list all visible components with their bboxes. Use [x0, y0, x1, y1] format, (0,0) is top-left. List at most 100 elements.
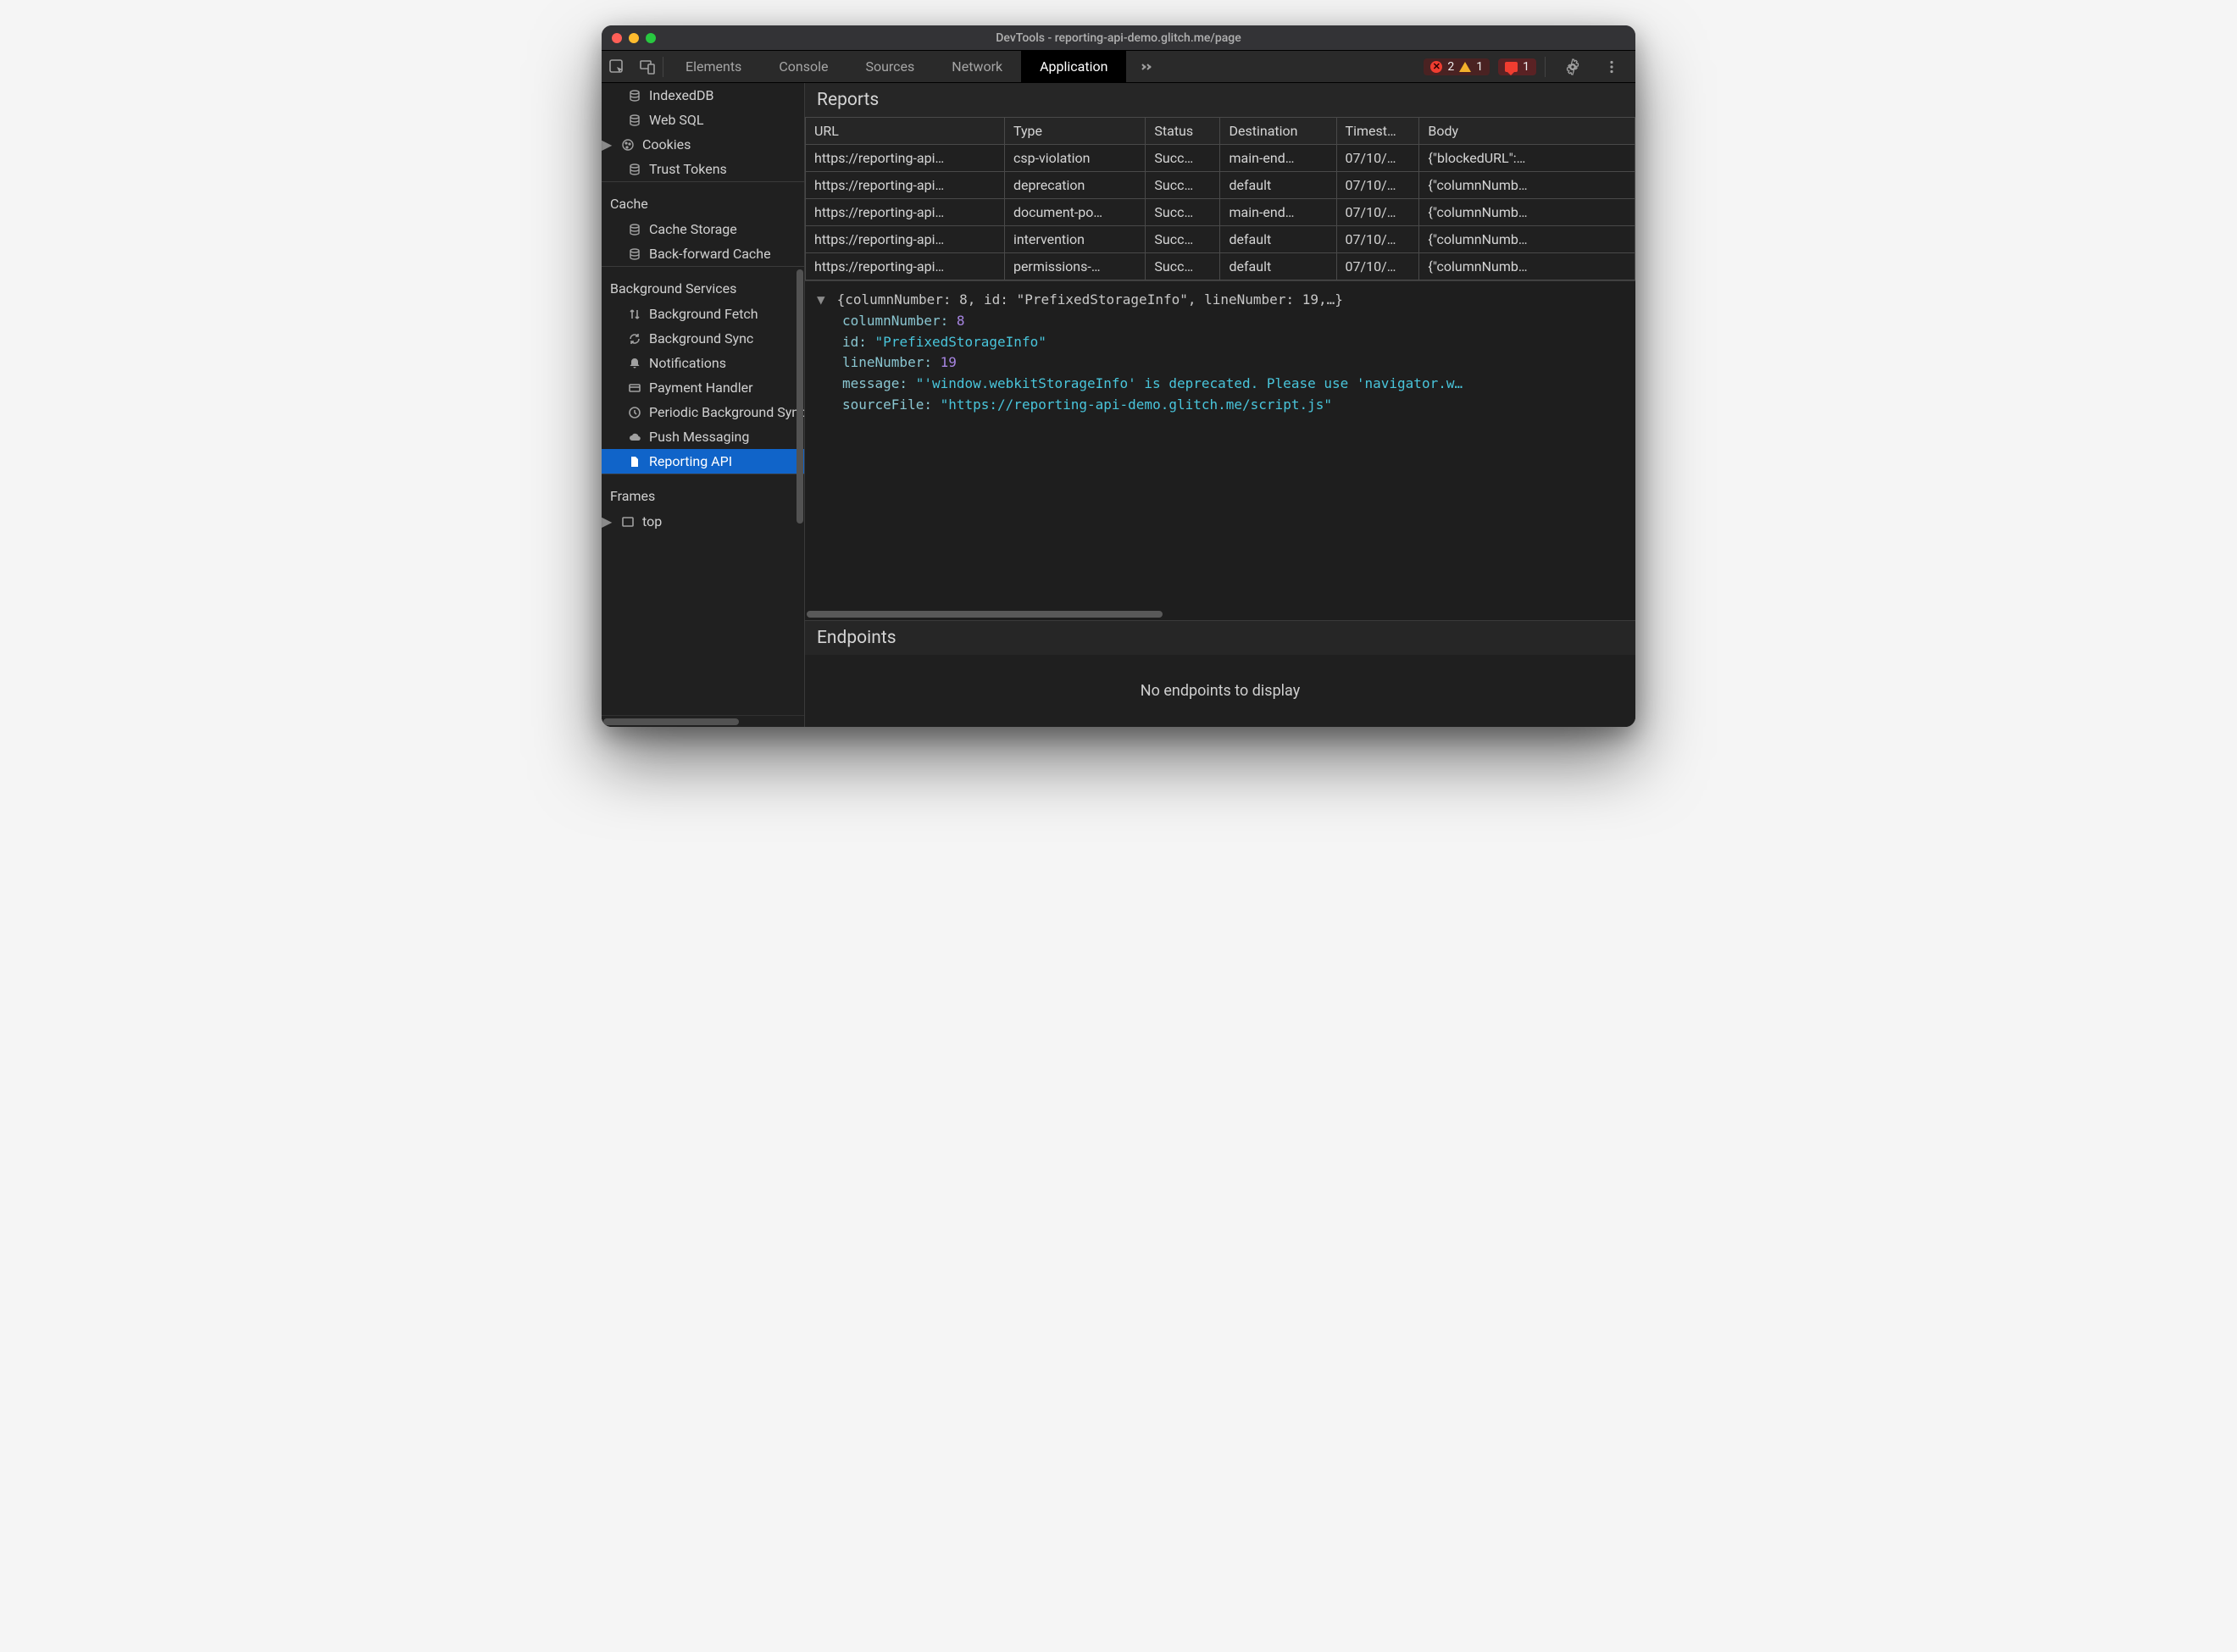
col-status[interactable]: Status: [1146, 118, 1220, 145]
col-timestamp[interactable]: Timest…: [1336, 118, 1419, 145]
error-count: 2: [1447, 60, 1454, 74]
sidebar-item-cookies[interactable]: ▶ Cookies: [602, 132, 804, 157]
db-icon: [627, 88, 642, 103]
scrollbar-thumb[interactable]: [807, 611, 1163, 618]
db-icon: [627, 162, 642, 177]
sidebar-item-periodic[interactable]: Periodic Background Sync: [602, 400, 804, 424]
detail-message: message: "'window.webkitStorageInfo' is …: [819, 374, 1622, 395]
sidebar-heading-cache: Cache: [602, 181, 804, 217]
error-icon: ✕: [1430, 61, 1442, 73]
db-icon: [627, 222, 642, 237]
tree-item-label: top: [642, 513, 662, 529]
cell-dest: default: [1220, 253, 1336, 280]
cell-dest: default: [1220, 172, 1336, 199]
device-toggle-button[interactable]: [632, 51, 663, 83]
caret-right-icon: ▶: [602, 136, 612, 152]
tree-item-label: Web SQL: [649, 112, 704, 128]
table-row[interactable]: https://reporting-api…csp-violationSucc……: [806, 145, 1635, 172]
sync-icon: [627, 331, 642, 346]
minimize-icon[interactable]: [629, 33, 639, 43]
close-icon[interactable]: [612, 33, 622, 43]
cell-status: Succ…: [1146, 199, 1220, 226]
tree-item-label: Push Messaging: [649, 429, 749, 445]
sidebar-item-trusttokens[interactable]: Trust Tokens: [602, 157, 804, 181]
sidebar-item-payment[interactable]: Payment Handler: [602, 375, 804, 400]
select-element-button[interactable]: [602, 51, 632, 83]
cell-url: https://reporting-api…: [806, 253, 1005, 280]
sidebar-item-bgsync[interactable]: Background Sync: [602, 326, 804, 351]
tab-console[interactable]: Console: [760, 51, 847, 82]
cell-type: deprecation: [1004, 172, 1145, 199]
warning-icon: [1459, 62, 1471, 72]
sidebar-item-frame-top[interactable]: ▶ top: [602, 509, 804, 534]
zoom-icon[interactable]: [646, 33, 656, 43]
col-url[interactable]: URL: [806, 118, 1005, 145]
cell-type: intervention: [1004, 226, 1145, 253]
cell-ts: 07/10/…: [1336, 145, 1419, 172]
cell-type: document-po…: [1004, 199, 1145, 226]
sidebar-item-push[interactable]: Push Messaging: [602, 424, 804, 449]
report-detail-viewer[interactable]: ▼ {columnNumber: 8, id: "PrefixedStorage…: [805, 280, 1635, 620]
sidebar-item-cachestorage[interactable]: Cache Storage: [602, 217, 804, 241]
devtools-window: DevTools - reporting-api-demo.glitch.me/…: [602, 25, 1635, 727]
db-icon: [627, 113, 642, 128]
panel-body: IndexedDB Web SQL ▶ Cookies Trust Tokens…: [602, 83, 1635, 727]
cell-status: Succ…: [1146, 253, 1220, 280]
bell-icon: [627, 356, 642, 371]
window-title: DevTools - reporting-api-demo.glitch.me/…: [602, 31, 1635, 45]
tree-item-label: Reporting API: [649, 453, 732, 469]
reports-heading: Reports: [805, 83, 1635, 117]
tab-sources[interactable]: Sources: [847, 51, 933, 82]
cell-ts: 07/10/…: [1336, 199, 1419, 226]
more-tabs-button[interactable]: [1131, 59, 1162, 75]
detail-id: id: "PrefixedStorageInfo": [819, 332, 1622, 353]
sidebar-item-reportingapi[interactable]: Reporting API: [602, 449, 804, 474]
toolbar-right: ✕ 2 1 1: [1424, 51, 1635, 83]
tab-elements[interactable]: Elements: [667, 51, 760, 82]
errors-warnings-badge[interactable]: ✕ 2 1: [1424, 58, 1490, 75]
endpoints-heading: Endpoints: [805, 620, 1635, 655]
reports-panel: Reports URL Type Status Destination Time…: [805, 83, 1635, 727]
sidebar-vertical-scrollbar[interactable]: [796, 83, 804, 727]
more-options-button[interactable]: [1596, 51, 1627, 83]
cell-body: {"blockedURL":…: [1419, 145, 1635, 172]
col-body[interactable]: Body: [1419, 118, 1635, 145]
tree-item-label: Payment Handler: [649, 380, 753, 396]
tree-item-label: Background Fetch: [649, 306, 758, 322]
col-destination[interactable]: Destination: [1220, 118, 1336, 145]
sidebar-item-notifications[interactable]: Notifications: [602, 351, 804, 375]
tree-item-label: Back-forward Cache: [649, 246, 771, 262]
cell-status: Succ…: [1146, 145, 1220, 172]
tab-application[interactable]: Application: [1021, 51, 1126, 82]
issues-badge[interactable]: 1: [1498, 58, 1536, 75]
db-icon: [627, 247, 642, 262]
tab-network[interactable]: Network: [933, 51, 1021, 82]
table-row[interactable]: https://reporting-api…interventionSucc…d…: [806, 226, 1635, 253]
table-row[interactable]: https://reporting-api…permissions-…Succ……: [806, 253, 1635, 280]
sidebar-item-bfcache[interactable]: Back-forward Cache: [602, 241, 804, 266]
detail-horizontal-scrollbar[interactable]: [805, 608, 1635, 620]
detail-summary[interactable]: ▼ {columnNumber: 8, id: "PrefixedStorage…: [819, 290, 1622, 311]
cell-ts: 07/10/…: [1336, 172, 1419, 199]
tree-item-label: Cache Storage: [649, 221, 737, 237]
detail-linenumber: lineNumber: 19: [819, 352, 1622, 374]
cell-body: {"columnNumb…: [1419, 172, 1635, 199]
table-row[interactable]: https://reporting-api…deprecationSucc…de…: [806, 172, 1635, 199]
col-type[interactable]: Type: [1004, 118, 1145, 145]
scrollbar-thumb[interactable]: [603, 718, 739, 725]
cell-body: {"columnNumb…: [1419, 253, 1635, 280]
settings-button[interactable]: [1557, 51, 1588, 83]
cell-type: csp-violation: [1004, 145, 1145, 172]
toolbar: Elements Console Sources Network Applica…: [602, 51, 1635, 83]
sidebar-item-websql[interactable]: Web SQL: [602, 108, 804, 132]
tree-item-label: Periodic Background Sync: [649, 404, 804, 420]
table-row[interactable]: https://reporting-api…document-po…Succ…m…: [806, 199, 1635, 226]
scrollbar-thumb[interactable]: [797, 269, 803, 524]
caret-down-icon[interactable]: ▼: [817, 290, 829, 311]
cell-url: https://reporting-api…: [806, 226, 1005, 253]
sidebar-item-bgfetch[interactable]: Background Fetch: [602, 302, 804, 326]
sidebar-item-indexeddb[interactable]: IndexedDB: [602, 83, 804, 108]
detail-columnnumber: columnNumber: 8: [819, 311, 1622, 332]
table-header-row: URL Type Status Destination Timest… Body: [806, 118, 1635, 145]
sidebar-horizontal-scrollbar[interactable]: [602, 715, 804, 727]
